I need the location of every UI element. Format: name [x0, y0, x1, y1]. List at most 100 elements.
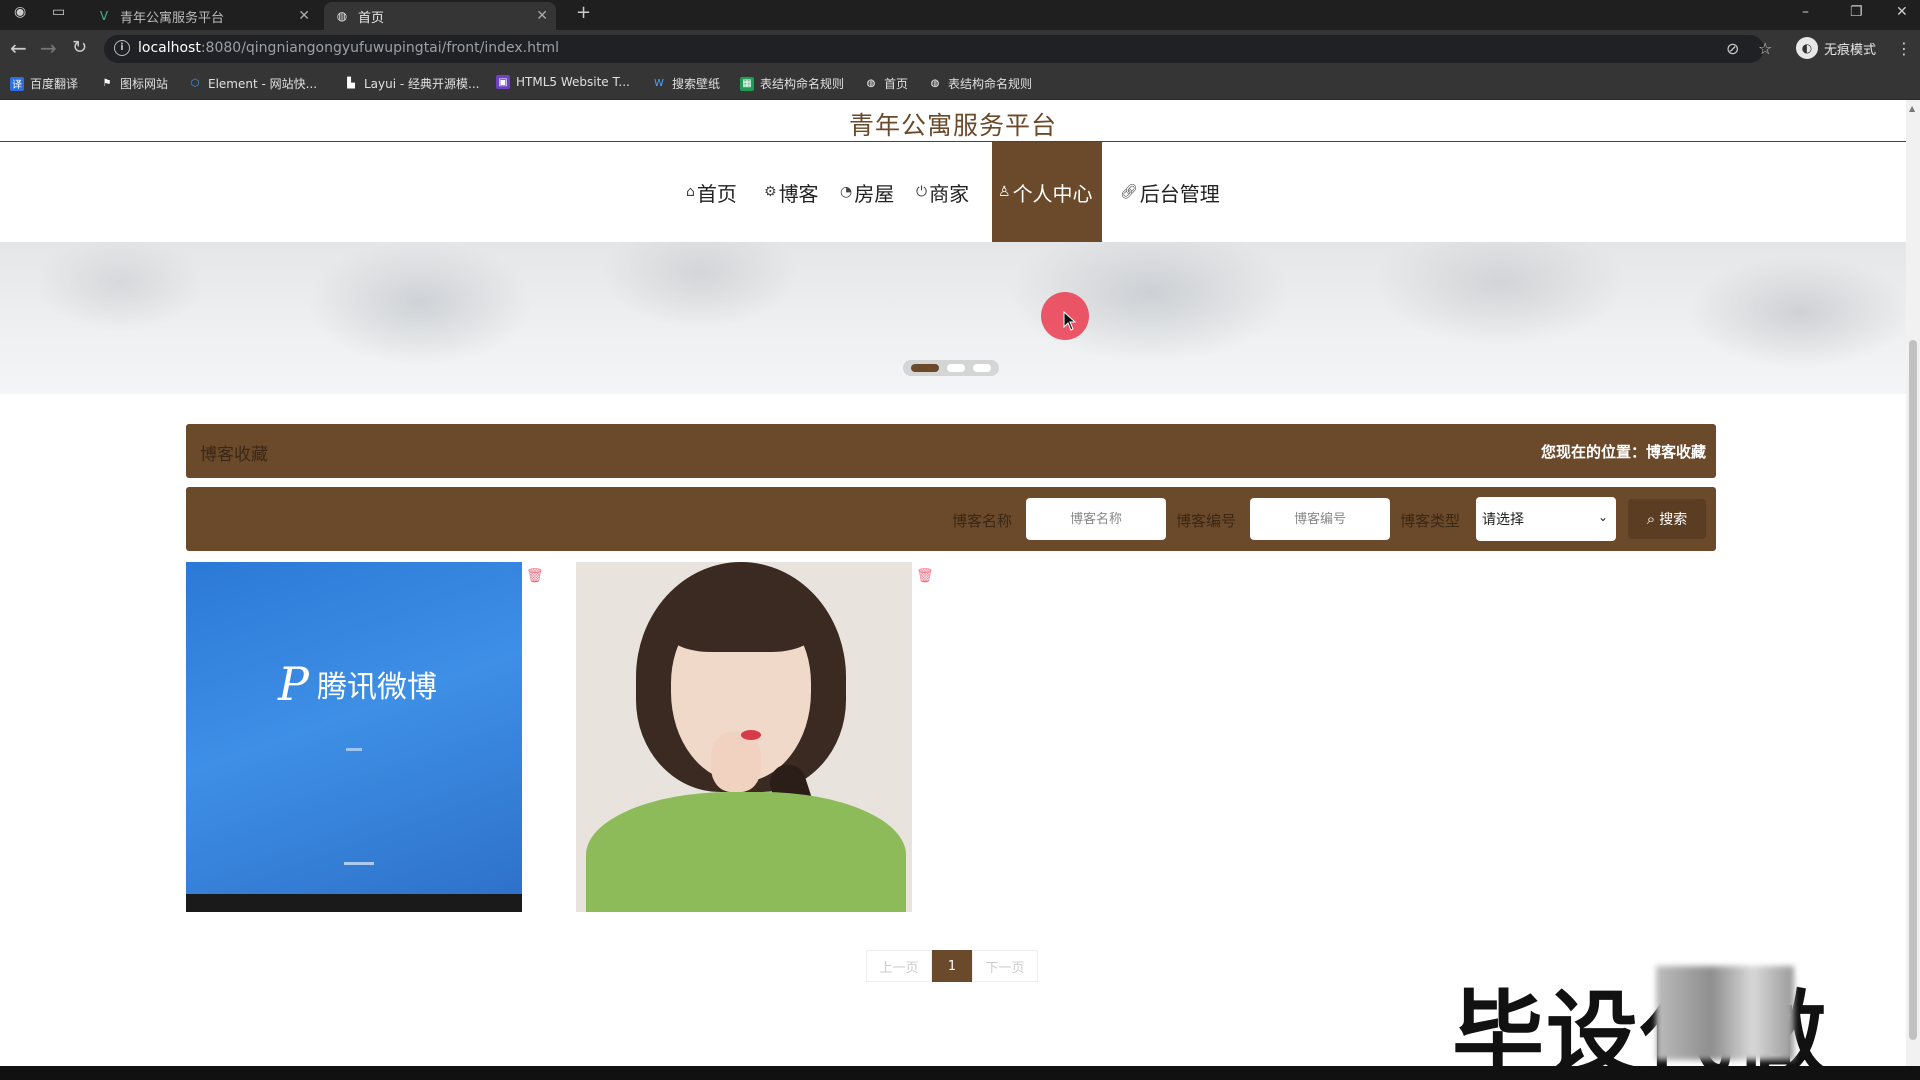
url-path: :8080/qingniangongyufuwupingtai/front/in…	[200, 40, 560, 56]
address-bar[interactable]: i localhost:8080/qingniangongyufuwupingt…	[104, 35, 1764, 63]
wallpaper-icon: W	[654, 78, 664, 89]
nav-merchant[interactable]: ⏻ 商家	[916, 142, 969, 242]
reload-icon[interactable]: ↻	[72, 38, 87, 58]
bookmark-label: 首页	[884, 77, 909, 91]
element-icon: ⬡	[190, 78, 200, 89]
minimize-icon[interactable]: –	[1802, 4, 1809, 20]
nav-blog[interactable]: ⚙ 博客	[764, 142, 819, 242]
blog-card-image[interactable]	[576, 562, 912, 912]
bookmark-label: 表结构命名规则	[760, 77, 845, 91]
gear-icon: ⚙	[764, 184, 777, 200]
table-icon: ▦	[740, 76, 754, 91]
carousel-dot[interactable]	[947, 364, 965, 372]
close-icon[interactable]: ✕	[298, 8, 310, 24]
blur-overlay	[1656, 966, 1794, 1060]
blog-code-input[interactable]	[1250, 498, 1390, 540]
restore-icon[interactable]: ❐	[1850, 4, 1863, 20]
bookmark-item[interactable]: 译百度翻译	[10, 75, 78, 92]
nav-house[interactable]: ◔ 房屋	[840, 142, 894, 242]
nav-admin[interactable]: 🔗︎ 后台管理	[1120, 142, 1220, 242]
chrome-menu-icon[interactable]: ◉	[14, 4, 26, 20]
link-icon: 🔗︎	[1120, 184, 1138, 200]
carousel-dot[interactable]	[911, 364, 939, 372]
scroll-thumb[interactable]	[1909, 340, 1917, 1040]
prev-page-button[interactable]: 上一页	[866, 950, 932, 982]
site-title: 青年公寓服务平台	[848, 111, 1057, 140]
browser-toolbar: ← → ↻ i localhost:8080/qingniangongyufuw…	[0, 30, 1920, 68]
bookmark-item[interactable]: ⬡ Element - 网站快...	[188, 75, 317, 92]
tab-search-icon[interactable]: ▭	[52, 4, 65, 20]
blog-name-label: 博客名称	[952, 512, 1013, 530]
bookmarks-bar: 译百度翻译 ⚑ 图标网站 ⬡ Element - 网站快... ▙ Layui - 经…	[0, 68, 1920, 100]
delete-icon[interactable]: 🗑︎	[916, 568, 934, 584]
incognito-label: 无痕模式	[1824, 42, 1877, 58]
globe-icon: ◍	[866, 78, 876, 89]
main-nav: ⌂ 首页 ⚙ 博客 ◔ 房屋 ⏻ 商家 ♙ 个人中心 🔗︎ 后台管理	[0, 142, 1906, 242]
bookmark-item[interactable]: ⚑ 图标网站	[100, 75, 169, 92]
screen: ◉ ▭ V 青年公寓服务平台 ✕ ◍ 首页 ✕ + – ❐ ✕ ← → ↻ i …	[0, 0, 1920, 1080]
close-icon[interactable]: ✕	[536, 8, 548, 24]
star-icon[interactable]: ☆	[1758, 39, 1772, 58]
photo-sweater	[586, 792, 906, 912]
next-page-button[interactable]: 下一页	[972, 950, 1038, 982]
tab-platform[interactable]: V 青年公寓服务平台 ✕	[86, 2, 318, 30]
breadcrumb: 博客收藏 您现在的位置：博客收藏	[186, 424, 1716, 478]
url-text: localhost:8080/qingniangongyufuwupingtai…	[138, 40, 559, 56]
new-tab-button[interactable]: +	[576, 2, 591, 23]
more-icon[interactable]: ⋮	[1896, 39, 1912, 58]
search-button-label: 搜索	[1659, 512, 1688, 528]
user-icon: ♙	[998, 184, 1011, 200]
eye-off-icon[interactable]: ⊘	[1726, 39, 1739, 58]
page-viewport: 青年公寓服务平台 ⌂ 首页 ⚙ 博客 ◔ 房屋 ⏻ 商家 ♙ 个人中心 🔗︎ 后台管理 博客…	[0, 100, 1906, 1066]
select-value: 请选择	[1482, 512, 1524, 528]
home-icon: ⌂	[686, 184, 695, 200]
incognito-indicator[interactable]: ◐ 无痕模式	[1796, 37, 1876, 59]
bookmark-item[interactable]: W 搜索壁纸	[652, 75, 720, 92]
nav-label: 博客	[778, 181, 819, 206]
page-scrollbar[interactable]: ▲	[1906, 100, 1920, 1066]
incognito-icon: ◐	[1796, 37, 1818, 59]
scroll-up-icon[interactable]: ▲	[1909, 104, 1915, 113]
search-icon: ⌕	[1646, 510, 1656, 528]
decor-line	[346, 748, 362, 751]
nav-label: 首页	[696, 181, 737, 206]
bookmark-item[interactable]: ◍ 首页	[864, 75, 908, 92]
bookmark-label: Element - 网站快...	[208, 77, 318, 91]
tab-home[interactable]: ◍ 首页 ✕	[324, 2, 556, 30]
photo-lips	[741, 730, 761, 740]
bottom-edge	[0, 1066, 1920, 1080]
nav-label: 个人中心	[1012, 181, 1093, 206]
bookmark-item[interactable]: ▦ 表结构命名规则	[740, 75, 844, 92]
globe-icon: ◍	[336, 9, 348, 23]
vue-icon: V	[99, 9, 109, 23]
blog-name-input[interactable]	[1026, 498, 1166, 540]
info-icon[interactable]: i	[114, 40, 130, 56]
nav-home[interactable]: ⌂ 首页	[686, 142, 737, 242]
decor-line	[344, 862, 374, 865]
bookmark-label: 表结构命名规则	[948, 77, 1033, 91]
logo-text: 腾讯微博	[316, 670, 437, 705]
nav-personal-center[interactable]: ♙ 个人中心	[992, 142, 1102, 242]
bookmark-item[interactable]: ▙ Layui - 经典开源模...	[344, 75, 479, 92]
forward-icon[interactable]: →	[40, 38, 57, 58]
carousel-dot[interactable]	[973, 364, 991, 372]
nav-label: 房屋	[854, 181, 895, 206]
screenshot-taskbar	[186, 894, 522, 912]
blog-card-image[interactable]: P 腾讯微博	[186, 562, 522, 912]
globe-icon: ◍	[930, 78, 940, 89]
photo-hand	[711, 732, 761, 792]
page-1-button[interactable]: 1	[932, 950, 972, 982]
bookmark-item[interactable]: ▣ HTML5 Website T...	[496, 75, 630, 89]
search-button[interactable]: ⌕ 搜索	[1628, 499, 1706, 539]
window-close-icon[interactable]: ✕	[1896, 4, 1908, 20]
flag-icon: ⚑	[102, 78, 112, 89]
delete-icon[interactable]: 🗑︎	[526, 568, 544, 584]
layui-icon: ▙	[347, 78, 355, 89]
html5-icon: ▣	[496, 75, 510, 89]
bookmark-item[interactable]: ◍ 表结构命名规则	[928, 75, 1032, 92]
blog-type-select[interactable]: 请选择 ⌄	[1476, 497, 1616, 541]
translate-icon: 译	[10, 76, 24, 91]
banner-carousel[interactable]	[0, 242, 1906, 394]
gauge-icon: ◔	[840, 184, 853, 200]
back-icon[interactable]: ←	[10, 38, 27, 58]
